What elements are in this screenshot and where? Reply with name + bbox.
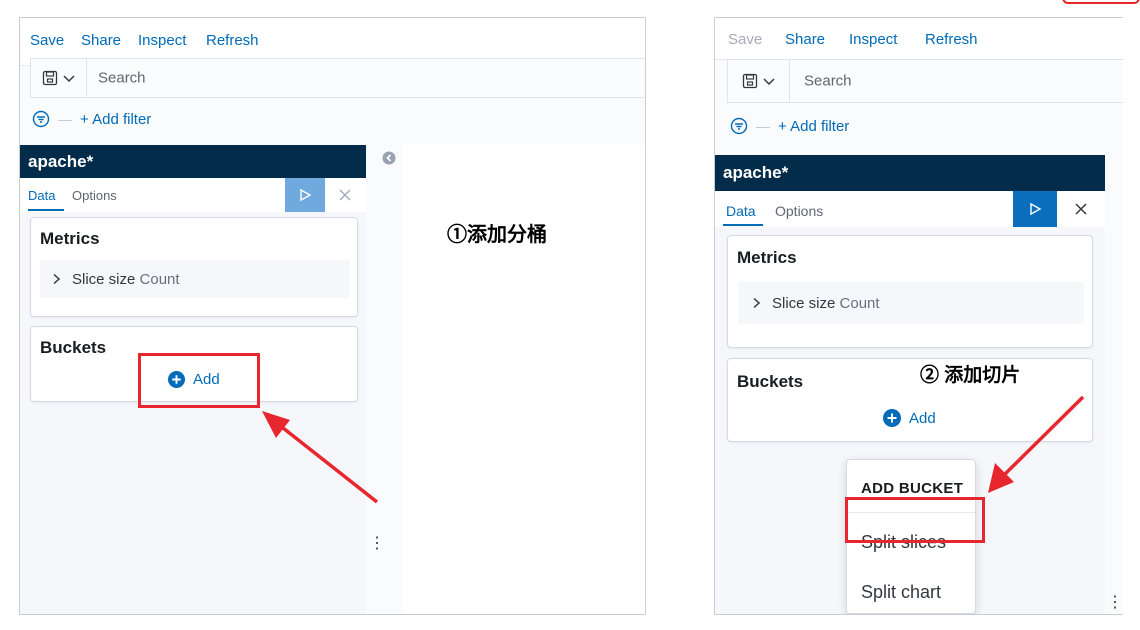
left-screenshot-panel: Save Share Inspect Refresh Search — + Ad… xyxy=(19,17,646,615)
close-icon xyxy=(339,189,351,201)
refresh-link[interactable]: Refresh xyxy=(925,31,978,48)
saved-query-button[interactable] xyxy=(31,59,87,97)
buckets-card: Buckets Add xyxy=(727,358,1093,442)
annotation-add-slices: ② 添加切片 xyxy=(920,365,1021,386)
filter-row: — + Add filter xyxy=(730,117,849,135)
query-bar: Search xyxy=(727,59,1123,103)
collapse-icon xyxy=(382,151,396,165)
add-filter-button[interactable]: + Add filter xyxy=(778,118,849,135)
metrics-title: Metrics xyxy=(737,248,797,267)
buckets-title: Buckets xyxy=(737,372,804,391)
share-link[interactable]: Share xyxy=(81,32,121,49)
metrics-title: Metrics xyxy=(40,229,100,248)
apply-button[interactable] xyxy=(1013,191,1057,227)
save-icon xyxy=(742,73,757,89)
apply-button[interactable] xyxy=(285,178,325,212)
metric-agg-row[interactable]: Slice size Count xyxy=(738,282,1084,324)
tab-data[interactable]: Data xyxy=(28,188,55,203)
metric-agg-row[interactable]: Slice size Count xyxy=(40,260,350,298)
filter-icon[interactable] xyxy=(32,110,50,128)
kebab-icon[interactable]: ⋮ xyxy=(1107,595,1123,611)
kebab-icon[interactable]: ⋮ xyxy=(369,536,385,552)
query-bar: Search xyxy=(30,58,645,98)
menu-item-split-chart[interactable]: Split chart xyxy=(861,582,941,603)
saved-query-button[interactable] xyxy=(728,60,790,102)
add-bucket-label: Add xyxy=(909,409,936,427)
tab-data-underline xyxy=(28,209,64,211)
collapse-sidebar-button[interactable] xyxy=(382,151,396,170)
plus-circle-icon xyxy=(883,409,901,427)
metrics-card: Metrics Slice size Count xyxy=(727,235,1093,348)
metric-agg-label: Slice size xyxy=(72,270,136,288)
filter-divider: — xyxy=(58,111,72,127)
index-pattern-title: apache* xyxy=(20,145,366,179)
chevron-down-icon xyxy=(762,78,775,86)
play-icon xyxy=(1030,202,1042,216)
save-icon xyxy=(42,70,57,86)
tab-options[interactable]: Options xyxy=(775,203,823,219)
metric-agg-label: Slice size xyxy=(772,294,836,312)
metric-agg-value: Count xyxy=(139,270,180,288)
tab-data[interactable]: Data xyxy=(726,203,756,219)
chevron-right-icon xyxy=(53,273,61,285)
buckets-title: Buckets xyxy=(40,338,107,357)
visualization-canvas xyxy=(403,145,645,614)
save-link[interactable]: Save xyxy=(728,31,762,48)
save-link[interactable]: Save xyxy=(30,32,64,49)
search-input[interactable]: Search xyxy=(98,70,146,87)
editor-sidebar: apache* Data Options Metrics Slice size … xyxy=(715,155,1105,614)
chevron-down-icon xyxy=(62,75,75,83)
annotation-add-bucket: ①添加分桶 xyxy=(447,224,547,246)
editor-tabs: Data Options xyxy=(20,178,366,212)
popover-title: ADD BUCKET xyxy=(861,480,964,497)
play-icon xyxy=(300,188,312,202)
search-input[interactable]: Search xyxy=(804,73,852,90)
corner-highlight-badge xyxy=(1062,0,1140,4)
add-filter-button[interactable]: + Add filter xyxy=(80,111,151,128)
filter-icon[interactable] xyxy=(730,117,748,135)
highlight-split-slices xyxy=(845,497,985,543)
chevron-right-icon xyxy=(753,297,761,309)
add-bucket-button[interactable]: Add xyxy=(883,409,936,427)
metrics-card: Metrics Slice size Count xyxy=(30,217,358,317)
refresh-link[interactable]: Refresh xyxy=(206,32,259,49)
close-icon xyxy=(1075,203,1087,215)
highlight-add-button xyxy=(138,353,260,408)
editor-tabs: Data Options xyxy=(715,191,1105,227)
metric-agg-value: Count xyxy=(839,294,880,312)
top-nav: Save Share Inspect Refresh xyxy=(715,18,1123,60)
filter-row: — + Add filter xyxy=(32,110,151,128)
discard-button[interactable] xyxy=(1067,191,1095,227)
share-link[interactable]: Share xyxy=(785,31,825,48)
index-pattern-title: apache* xyxy=(715,155,1105,192)
tab-data-underline xyxy=(723,224,763,226)
inspect-link[interactable]: Inspect xyxy=(138,32,186,49)
tab-options[interactable]: Options xyxy=(72,188,117,203)
filter-divider: — xyxy=(756,118,770,134)
discard-button[interactable] xyxy=(331,178,359,212)
inspect-link[interactable]: Inspect xyxy=(849,31,897,48)
